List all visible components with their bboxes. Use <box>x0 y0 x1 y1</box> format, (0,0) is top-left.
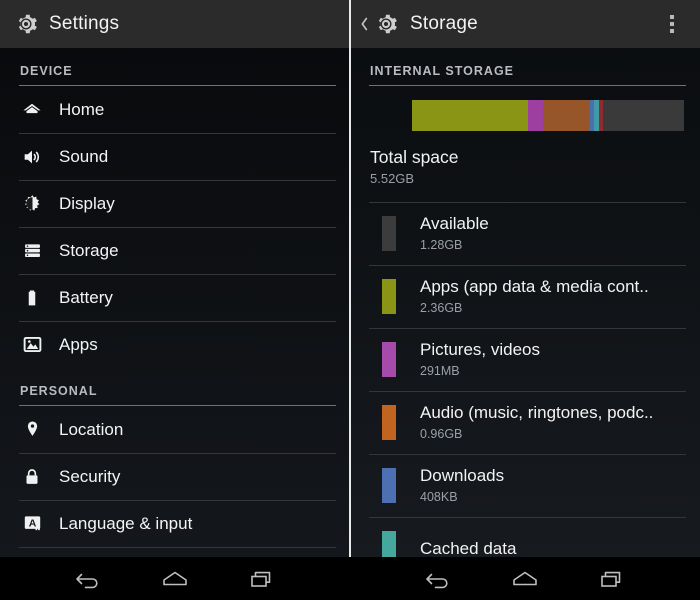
settings-pane: Settings DEVICE Home Sound Display Stora… <box>0 0 350 557</box>
sidebar-item-label: Security <box>59 466 121 486</box>
sidebar-item-display[interactable]: Display <box>0 180 350 227</box>
nav-back-icon[interactable] <box>67 562 111 596</box>
category-name: Downloads <box>420 465 505 485</box>
lock-icon <box>20 465 44 489</box>
sidebar-item-label: Battery <box>59 287 113 307</box>
usage-bar-segment <box>602 100 684 131</box>
category-size: 2.36GB <box>420 300 463 315</box>
category-text: Audio (music, ringtones, podc.. 0.96GB <box>420 402 653 444</box>
list-divider <box>19 547 336 548</box>
pane-divider <box>349 0 351 557</box>
category-size: 0.96GB <box>420 426 463 441</box>
nav-home-icon[interactable] <box>153 562 197 596</box>
nav-home-icon[interactable] <box>503 562 547 596</box>
usage-bar-segment <box>542 100 591 131</box>
gear-icon <box>14 12 38 36</box>
sidebar-item-label: Sound <box>59 146 109 166</box>
sidebar-item-apps[interactable]: Apps <box>0 321 350 368</box>
total-space-row[interactable]: Total space 5.52GB <box>350 131 700 202</box>
storage-title: Storage <box>410 13 478 34</box>
category-text: Apps (app data & media cont.. 2.36GB <box>420 276 649 318</box>
sidebar-item-label: Home <box>59 99 105 119</box>
section-header-internal-storage: INTERNAL STORAGE <box>370 64 515 78</box>
storage-pane: Storage INTERNAL STORAGE Total space 5.5… <box>350 0 700 557</box>
sidebar-item-home[interactable]: Home <box>0 86 350 133</box>
usage-bar-wrapper <box>350 86 700 131</box>
sidebar-item-label: Language & input <box>59 513 193 533</box>
gear-icon <box>373 11 399 37</box>
sidebar-item-battery[interactable]: Battery <box>0 274 350 321</box>
android-screen: Settings DEVICE Home Sound Display Stora… <box>0 0 700 600</box>
category-name: Audio (music, ringtones, podc.. <box>420 402 654 422</box>
category-size: 1.28GB <box>420 237 463 252</box>
storage-category-row[interactable]: Audio (music, ringtones, podc.. 0.96GB <box>350 391 700 454</box>
location-pin-icon <box>20 418 44 442</box>
sidebar-item-label: Storage <box>59 240 119 260</box>
storage-category-row[interactable]: Apps (app data & media cont.. 2.36GB <box>350 265 700 328</box>
category-color-swatch <box>382 468 396 503</box>
overflow-menu-icon[interactable] <box>659 9 685 39</box>
category-name: Cached data <box>420 538 517 558</box>
section-header-device: DEVICE <box>20 64 73 78</box>
storage-category-list: Available 1.28GB Apps (app data & media co… <box>350 202 700 557</box>
category-text: Pictures, videos 291MB <box>420 339 540 381</box>
brightness-icon <box>20 192 44 216</box>
home-icon <box>20 98 44 122</box>
speaker-icon <box>20 145 44 169</box>
back-chevron-icon[interactable] <box>358 13 371 35</box>
nav-recents-icon[interactable] <box>589 562 633 596</box>
system-navigation-bar <box>0 557 700 600</box>
apps-image-icon <box>20 333 44 357</box>
sidebar-item-language-input[interactable]: A Language & input <box>0 500 350 547</box>
battery-icon <box>20 286 44 310</box>
category-size: 291MB <box>420 363 460 378</box>
category-size: 408KB <box>420 489 458 504</box>
navbar-left <box>0 557 350 600</box>
settings-title: Settings <box>49 13 120 34</box>
section-header-personal: PERSONAL <box>20 384 98 398</box>
svg-text:A: A <box>28 517 36 529</box>
sidebar-item-sound[interactable]: Sound <box>0 133 350 180</box>
settings-actionbar: Settings <box>0 0 350 48</box>
nav-recents-icon[interactable] <box>239 562 283 596</box>
total-space-label: Total space <box>370 147 459 167</box>
language-a-icon: A <box>20 512 44 536</box>
storage-actionbar: Storage <box>350 0 700 48</box>
sidebar-item-label: Apps <box>59 334 98 354</box>
usage-bar-segment <box>528 100 543 131</box>
storage-category-row[interactable]: Cached data <box>350 517 700 557</box>
category-color-swatch <box>382 405 396 440</box>
storage-icon <box>20 239 44 263</box>
category-name: Available <box>420 213 489 233</box>
sidebar-item-storage[interactable]: Storage <box>0 227 350 274</box>
sidebar-item-label: Location <box>59 419 124 439</box>
storage-category-row[interactable]: Pictures, videos 291MB <box>350 328 700 391</box>
sidebar-item-location[interactable]: Location <box>0 406 350 453</box>
category-color-swatch <box>382 279 396 314</box>
usage-bar-segment <box>412 100 529 131</box>
category-text: Available 1.28GB <box>420 213 489 255</box>
category-name: Apps (app data & media cont.. <box>420 276 649 296</box>
storage-category-row[interactable]: Downloads 408KB <box>350 454 700 517</box>
category-color-swatch <box>382 216 396 251</box>
category-color-swatch <box>382 342 396 377</box>
category-text: Cached data <box>420 538 516 558</box>
dual-pane-container: Settings DEVICE Home Sound Display Stora… <box>0 0 700 557</box>
storage-category-row[interactable]: Available 1.28GB <box>350 202 700 265</box>
category-color-swatch <box>382 531 396 557</box>
storage-usage-bar <box>412 100 684 131</box>
navbar-right <box>350 557 700 600</box>
category-text: Downloads 408KB <box>420 465 504 507</box>
sidebar-item-security[interactable]: Security <box>0 453 350 500</box>
category-name: Pictures, videos <box>420 339 540 359</box>
total-space-value: 5.52GB <box>370 171 415 186</box>
sidebar-item-label: Display <box>59 193 115 213</box>
nav-back-icon[interactable] <box>417 562 461 596</box>
